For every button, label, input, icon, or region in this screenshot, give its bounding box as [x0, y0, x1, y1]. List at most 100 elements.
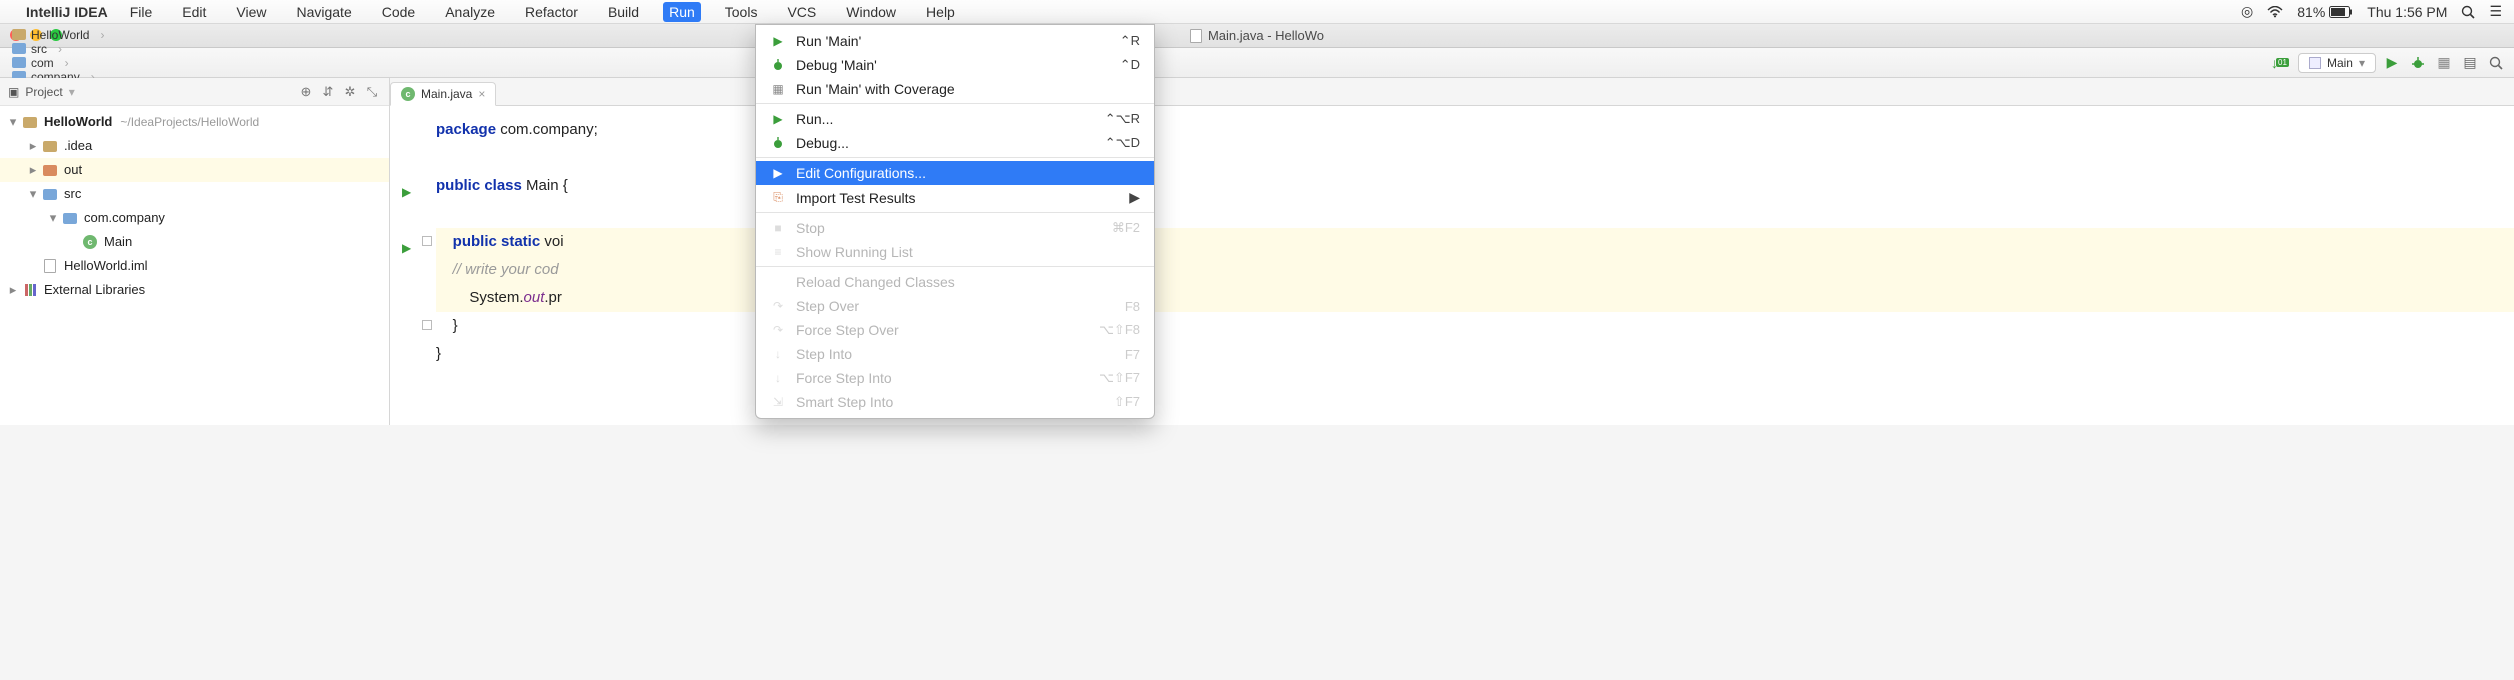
- run-gutter-icon[interactable]: ▶: [402, 234, 411, 262]
- panel-settings-icon[interactable]: ✲: [341, 83, 359, 101]
- window-titlebar: Main.java - HelloWo: [0, 24, 2514, 48]
- menu-item-debug[interactable]: Debug...⌃⌥D: [756, 131, 1154, 158]
- menu-item-run-main[interactable]: ▶Run 'Main'⌃R: [756, 29, 1154, 53]
- play-icon: ▶: [770, 111, 786, 127]
- expand-all-icon[interactable]: ⇵: [319, 83, 337, 101]
- menu-item-edit-configurations[interactable]: ▶Edit Configurations...: [756, 161, 1154, 185]
- battery-status[interactable]: 81%: [2297, 4, 2353, 20]
- stepinto-icon: ↓: [770, 370, 786, 386]
- tree-node-main[interactable]: cMain: [0, 230, 389, 254]
- stepover-icon: ↷: [770, 298, 786, 314]
- code-line[interactable]: [436, 144, 2514, 172]
- tree-node-helloworld[interactable]: ▾HelloWorld~/IdeaProjects/HelloWorld: [0, 110, 389, 134]
- folder-icon: [43, 165, 57, 176]
- stepover-icon: ↷: [770, 322, 786, 338]
- menu-tools[interactable]: Tools: [719, 2, 764, 22]
- code-line[interactable]: [436, 200, 2514, 228]
- folder-icon: [12, 29, 26, 40]
- coverage-icon: ▦: [770, 81, 786, 97]
- run-gutter-icon[interactable]: ▶: [402, 178, 411, 206]
- code-line[interactable]: // write your cod: [436, 256, 2514, 284]
- breadcrumb-com[interactable]: com: [8, 56, 112, 70]
- code-line[interactable]: }: [436, 312, 2514, 340]
- menu-build[interactable]: Build: [602, 2, 645, 22]
- tree-node--idea[interactable]: ▸.idea: [0, 134, 389, 158]
- code-line[interactable]: public class Main {: [436, 172, 2514, 200]
- document-icon: [1190, 29, 1202, 43]
- scroll-to-source-icon[interactable]: ⊕: [297, 83, 315, 101]
- menu-item-stop: ■Stop⌘F2: [756, 216, 1154, 240]
- spotlight-icon[interactable]: [2461, 5, 2475, 19]
- libraries-icon: [25, 284, 36, 296]
- tree-node-helloworld-iml[interactable]: HelloWorld.iml: [0, 254, 389, 278]
- menu-edit[interactable]: Edit: [176, 2, 212, 22]
- editor-tabs: c Main.java ×: [390, 78, 2514, 106]
- menu-code[interactable]: Code: [376, 2, 421, 22]
- clock[interactable]: Thu 1:56 PM: [2367, 4, 2447, 20]
- fold-handle[interactable]: [422, 320, 432, 330]
- wifi-icon[interactable]: [2267, 6, 2283, 18]
- stop-icon: ■: [770, 220, 786, 236]
- menu-help[interactable]: Help: [920, 2, 961, 22]
- menu-vcs[interactable]: VCS: [781, 2, 822, 22]
- folder-icon: [12, 57, 26, 68]
- app-name[interactable]: IntelliJ IDEA: [26, 4, 108, 20]
- project-structure-icon[interactable]: ▤: [2460, 53, 2480, 73]
- hide-panel-icon[interactable]: ⤡: [363, 83, 381, 101]
- blank-icon: [770, 274, 786, 290]
- menu-item-show-running-list: ≡Show Running List: [756, 240, 1154, 267]
- menu-refactor[interactable]: Refactor: [519, 2, 584, 22]
- search-everywhere-icon[interactable]: [2486, 53, 2506, 73]
- project-tool-window: ▣Project ▾ ⊕ ⇵ ✲ ⤡ ▾HelloWorld~/IdeaProj…: [0, 78, 390, 425]
- coverage-button[interactable]: ▦: [2434, 53, 2454, 73]
- tree-node-external-libraries[interactable]: ▸External Libraries: [0, 278, 389, 302]
- project-panel-title[interactable]: Project: [25, 85, 62, 99]
- menu-navigate[interactable]: Navigate: [290, 2, 357, 22]
- tree-node-out[interactable]: ▸out: [0, 158, 389, 182]
- folder-icon: [43, 141, 57, 152]
- menu-item-force-step-over: ↷Force Step Over⌥⇧F8: [756, 318, 1154, 342]
- fold-handle[interactable]: [422, 236, 432, 246]
- menu-analyze[interactable]: Analyze: [439, 2, 501, 22]
- menu-file[interactable]: File: [124, 2, 159, 22]
- code-line[interactable]: }: [436, 340, 2514, 368]
- project-tree[interactable]: ▾HelloWorld~/IdeaProjects/HelloWorld▸.id…: [0, 106, 389, 306]
- run-menu-dropdown: ▶Run 'Main'⌃RDebug 'Main'⌃D▦Run 'Main' w…: [755, 24, 1155, 419]
- update-project-icon[interactable]: ↓01: [2270, 53, 2290, 73]
- tab-label: Main.java: [421, 87, 472, 101]
- editor: c Main.java × ▶ ▶ package com.company; pu…: [390, 78, 2514, 425]
- menu-item-force-step-into: ↓Force Step Into⌥⇧F7: [756, 366, 1154, 390]
- project-panel-header: ▣Project ▾ ⊕ ⇵ ✲ ⤡: [0, 78, 389, 106]
- debug-button[interactable]: [2408, 53, 2428, 73]
- menu-item-debug-main[interactable]: Debug 'Main'⌃D: [756, 53, 1154, 77]
- folder-icon: [12, 43, 26, 54]
- list-icon: ≡: [770, 244, 786, 260]
- notification-center-icon[interactable]: ☰: [2489, 3, 2502, 20]
- code-line[interactable]: System.out.pr: [436, 284, 2514, 312]
- code-line[interactable]: public static voi: [436, 228, 2514, 256]
- code-line[interactable]: package com.company;: [436, 116, 2514, 144]
- close-tab-icon[interactable]: ×: [478, 87, 485, 101]
- project-view-icon: ▣: [8, 85, 19, 99]
- menu-view[interactable]: View: [230, 2, 272, 22]
- menu-window[interactable]: Window: [840, 2, 902, 22]
- bug-icon: [770, 135, 786, 151]
- run-config-selector[interactable]: Main ▾: [2298, 53, 2376, 73]
- code-editor[interactable]: ▶ ▶ package com.company; public class Mai…: [390, 106, 2514, 425]
- tree-node-com-company[interactable]: ▾com.company: [0, 206, 389, 230]
- menu-item-run-main-with-coverage[interactable]: ▦Run 'Main' with Coverage: [756, 77, 1154, 104]
- class-icon: c: [83, 235, 97, 249]
- menu-run[interactable]: Run: [663, 2, 701, 22]
- tree-node-src[interactable]: ▾src: [0, 182, 389, 206]
- breadcrumb-helloworld[interactable]: HelloWorld: [8, 28, 112, 42]
- navigation-toolbar: HelloWorldsrccomcompanycMain ↓01 Main ▾ …: [0, 48, 2514, 78]
- menu-item-run[interactable]: ▶Run...⌃⌥R: [756, 107, 1154, 131]
- breadcrumb-src[interactable]: src: [8, 42, 112, 56]
- creative-cloud-icon[interactable]: ◎: [2241, 3, 2253, 20]
- run-button[interactable]: ▶: [2382, 53, 2402, 73]
- editor-tab-main[interactable]: c Main.java ×: [390, 82, 496, 106]
- menu-item-import-test-results[interactable]: ⎘Import Test Results▶: [756, 185, 1154, 213]
- file-icon: [44, 259, 56, 273]
- smartstep-icon: ⇲: [770, 394, 786, 410]
- edit-icon: ▶: [770, 165, 786, 181]
